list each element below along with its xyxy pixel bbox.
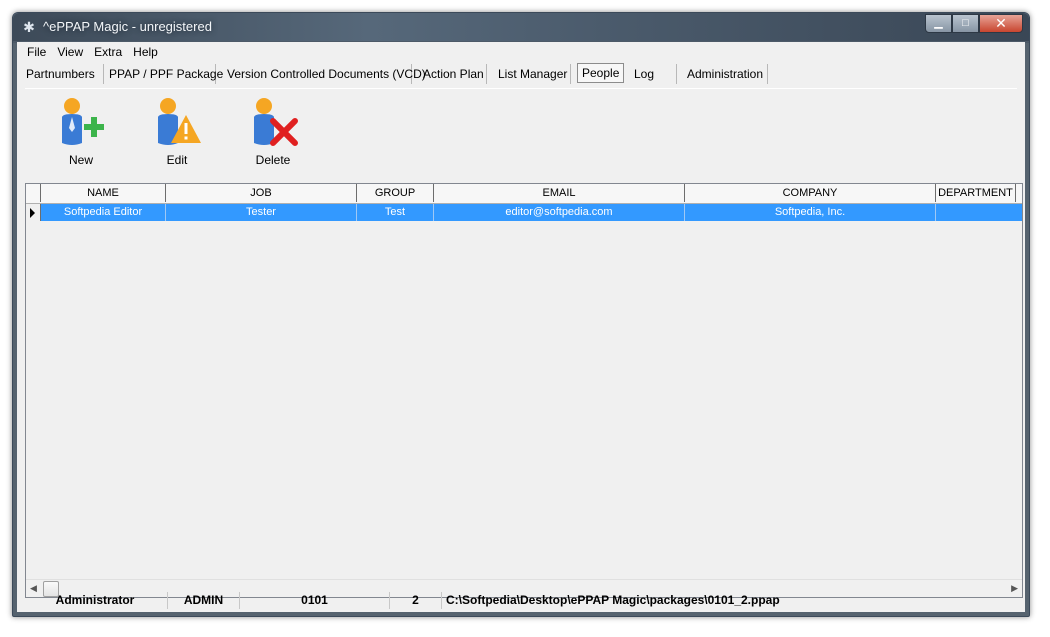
menu-extra[interactable]: Extra	[90, 42, 129, 62]
title-bar[interactable]: ✱ ^ePPAP Magic - unregistered ▁ □ ✕	[13, 13, 1029, 41]
status-bar: Administrator ADMIN 0101 2 C:\Softpedia\…	[23, 592, 1019, 610]
cell-department[interactable]	[936, 204, 1016, 221]
tab-partnumbers[interactable]: Partnumbers	[26, 64, 104, 84]
cell-job[interactable]: Tester	[166, 204, 357, 221]
col-department[interactable]: DEPARTMENT	[936, 184, 1016, 202]
status-role: ADMIN	[168, 592, 240, 609]
new-label: New	[68, 153, 93, 167]
grid-header: NAME JOB GROUP EMAIL COMPANY DEPARTMENT	[26, 184, 1022, 204]
tab-list-manager[interactable]: List Manager	[498, 64, 571, 84]
delete-person-button[interactable]: Delete	[243, 97, 303, 167]
menu-bar: File View Extra Help	[17, 42, 1025, 62]
cell-name[interactable]: Softpedia Editor	[41, 204, 166, 221]
col-company[interactable]: COMPANY	[685, 184, 936, 202]
client-area: File View Extra Help Partnumbers PPAP / …	[17, 42, 1025, 612]
window-title: ^ePPAP Magic - unregistered	[43, 19, 212, 34]
cell-company[interactable]: Softpedia, Inc.	[685, 204, 936, 221]
menu-file[interactable]: File	[23, 42, 53, 62]
tab-vcd[interactable]: Version Controlled Documents (VCD)	[227, 64, 426, 84]
gear-icon[interactable]: ✱	[21, 19, 37, 35]
people-toolbar: New Edit Delete	[25, 88, 1017, 181]
tab-action-plan[interactable]: Action Plan	[423, 64, 487, 84]
maximize-button[interactable]: □	[952, 14, 979, 33]
delete-person-icon	[254, 98, 298, 146]
edit-person-warning-icon	[158, 98, 201, 145]
col-job[interactable]: JOB	[166, 184, 357, 202]
window-controls: ▁ □ ✕	[925, 14, 1023, 33]
menu-view[interactable]: View	[53, 42, 90, 62]
new-person-button[interactable]: New	[51, 97, 111, 167]
tab-ppap-package[interactable]: PPAP / PPF Package	[109, 64, 223, 84]
people-grid[interactable]: NAME JOB GROUP EMAIL COMPANY DEPARTMENT …	[25, 183, 1023, 598]
minimize-button[interactable]: ▁	[925, 14, 952, 33]
tab-bar: Partnumbers PPAP / PPF Package Version C…	[17, 62, 1025, 86]
tab-administration[interactable]: Administration	[687, 64, 768, 84]
col-group[interactable]: GROUP	[357, 184, 434, 202]
edit-label: Edit	[166, 153, 188, 167]
status-user: Administrator	[23, 592, 168, 609]
status-path: C:\Softpedia\Desktop\ePPAP Magic\package…	[446, 593, 780, 607]
cell-email[interactable]: editor@softpedia.com	[434, 204, 685, 221]
table-row[interactable]: Softpedia Editor Tester Test editor@soft…	[26, 204, 1022, 221]
tab-people[interactable]: People	[577, 63, 625, 83]
edit-person-button[interactable]: Edit	[147, 97, 207, 167]
current-row-indicator	[26, 204, 41, 221]
menu-help[interactable]: Help	[129, 42, 165, 62]
status-count: 2	[390, 592, 442, 609]
tab-log[interactable]: Log	[634, 64, 677, 84]
col-email[interactable]: EMAIL	[434, 184, 685, 202]
header-corner	[26, 184, 41, 202]
close-button[interactable]: ✕	[979, 14, 1023, 33]
col-name[interactable]: NAME	[41, 184, 166, 202]
app-window: ✱ ^ePPAP Magic - unregistered ▁ □ ✕ File…	[12, 12, 1030, 617]
status-partnumber: 0101	[240, 592, 390, 609]
cell-group[interactable]: Test	[357, 204, 434, 221]
delete-label: Delete	[255, 153, 291, 167]
add-person-icon	[62, 98, 104, 145]
